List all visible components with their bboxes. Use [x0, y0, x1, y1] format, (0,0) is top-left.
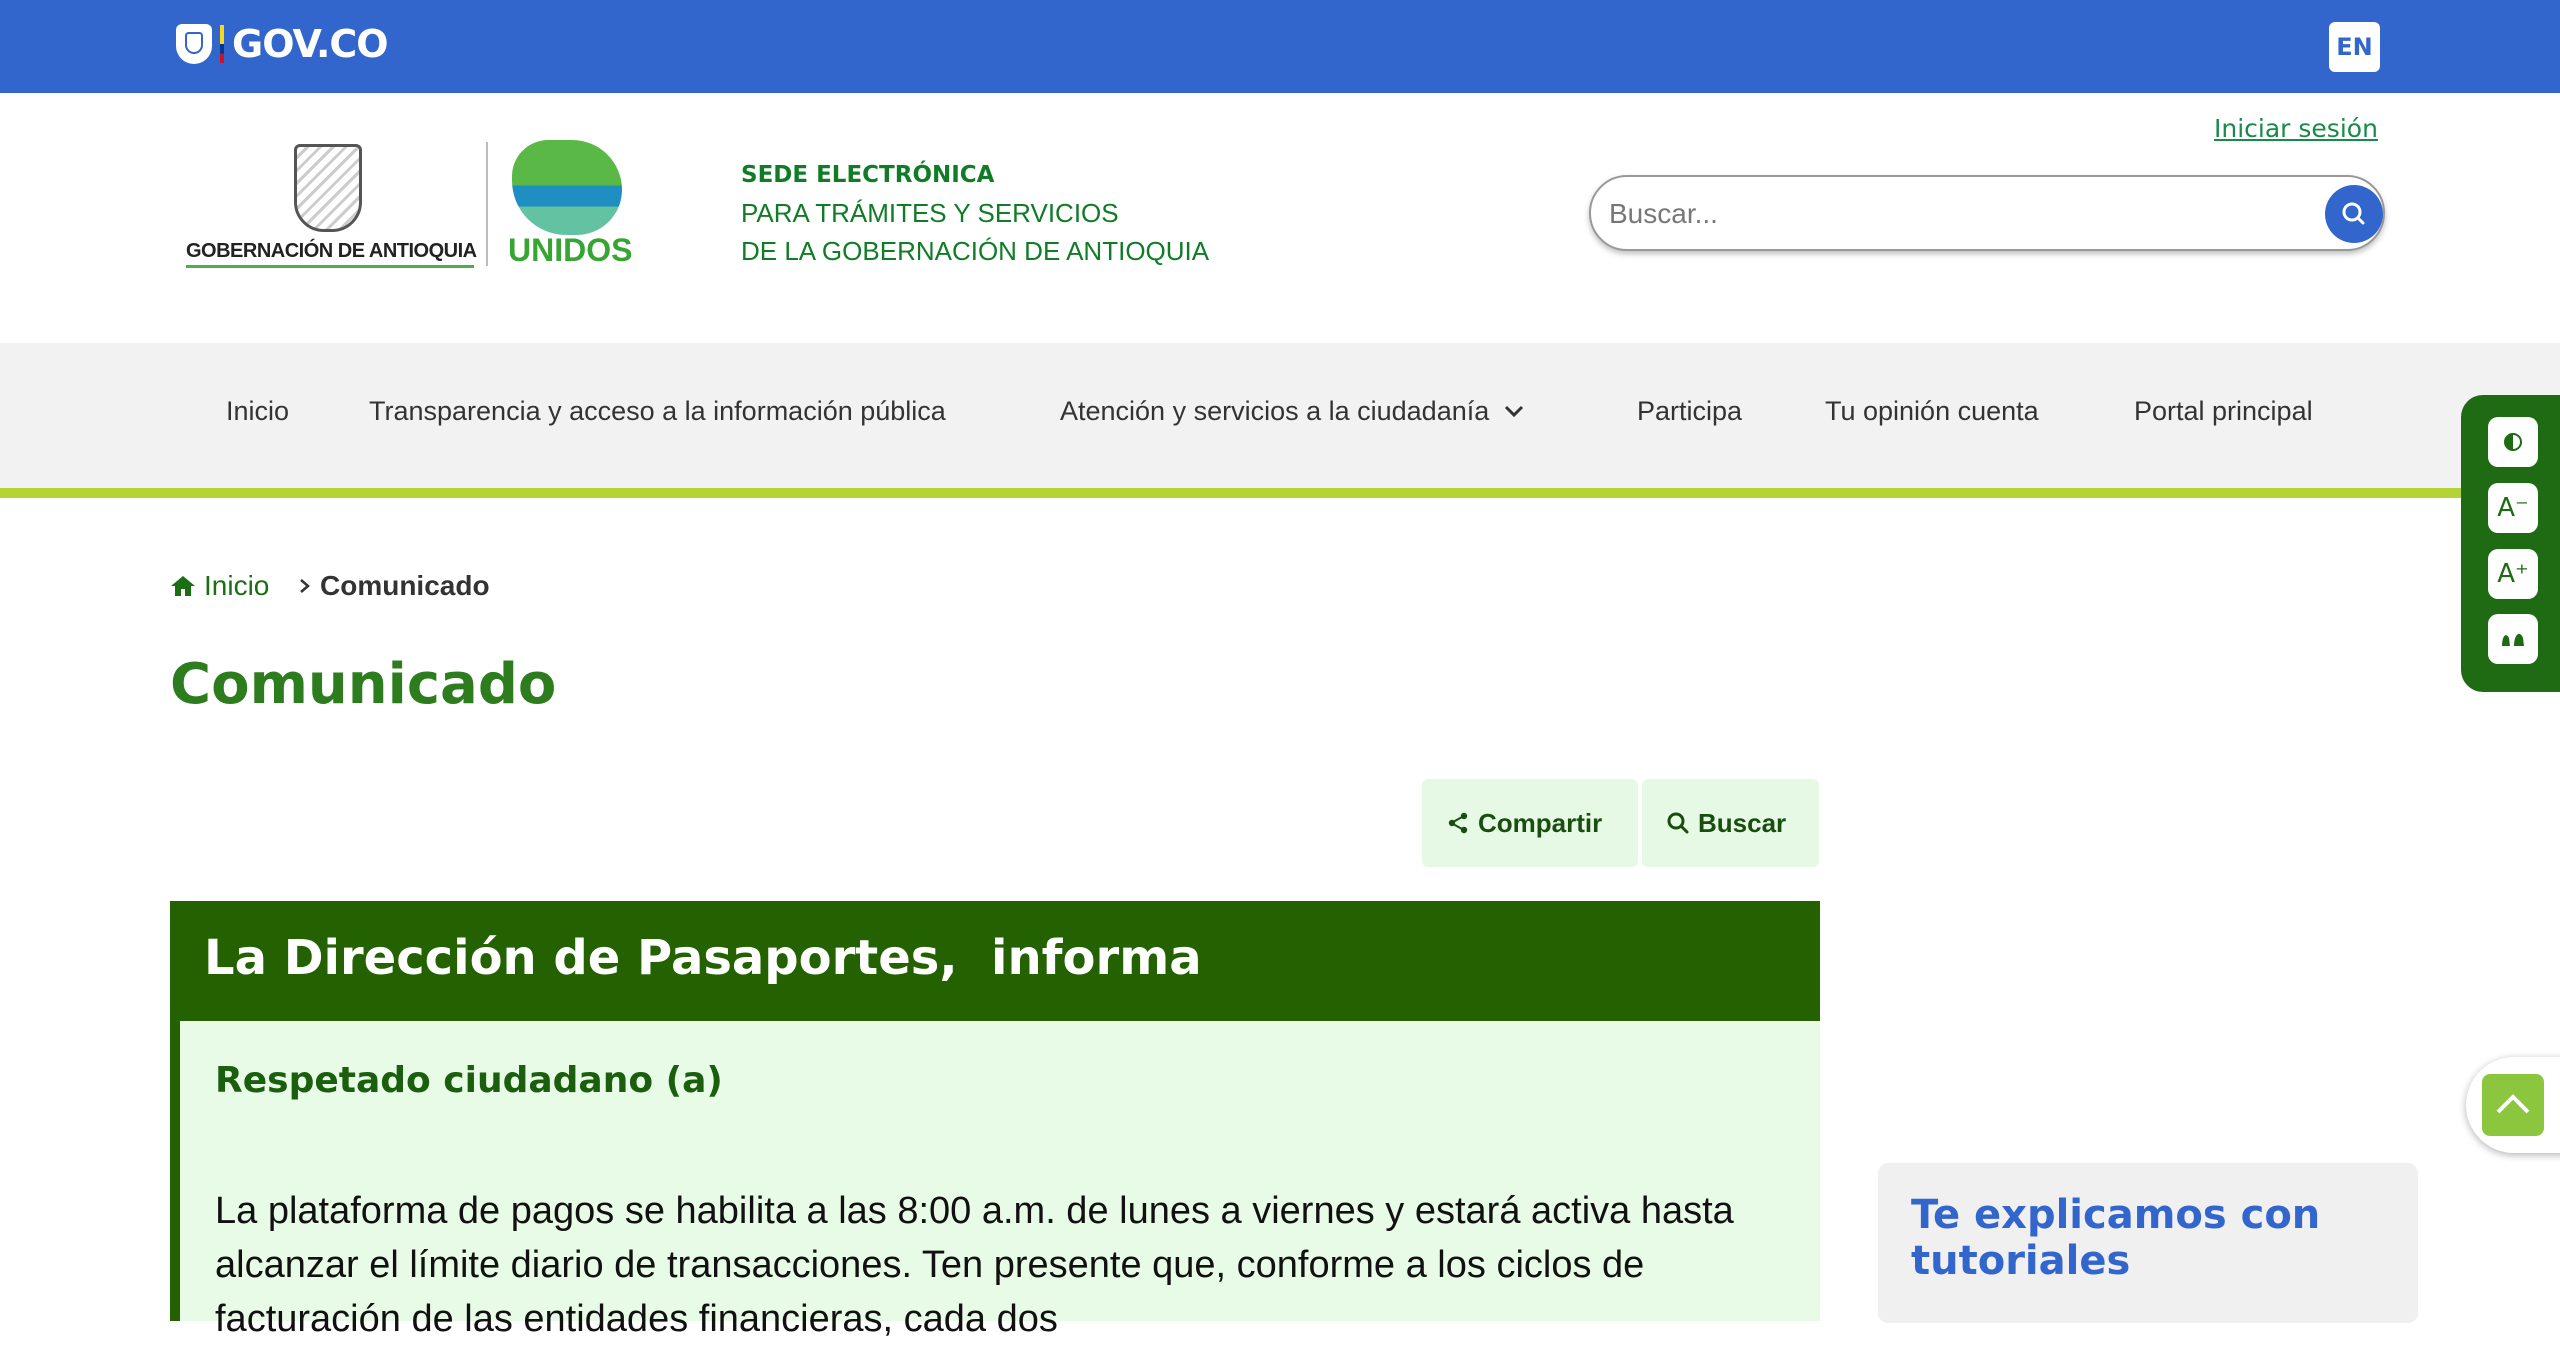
announcement-title: La Dirección de Pasaportes, informa — [204, 930, 1202, 986]
share-label: Compartir — [1478, 807, 1603, 838]
breadcrumb-home-label: Inicio — [204, 570, 270, 601]
announcement-body: La plataforma de pagos se habilita a las… — [215, 1190, 1734, 1340]
nav-item-participa[interactable]: Participa — [1637, 396, 1742, 427]
chevron-up-icon — [2496, 1094, 2530, 1114]
antioquia-coat-of-arms-icon — [294, 144, 362, 232]
decrease-font-icon: A⁻ — [2497, 493, 2529, 523]
announcement-greeting: Respetado ciudadano (a) — [215, 1060, 723, 1101]
unidos-logo: UNIDOS — [506, 140, 632, 268]
sede-title: SEDE ELECTRÓNICA — [741, 162, 995, 188]
colombia-flag-stripe — [220, 25, 224, 63]
nav-item-inicio[interactable]: Inicio — [226, 396, 289, 427]
sign-language-button[interactable] — [2488, 614, 2538, 664]
page-title: Comunicado — [170, 652, 557, 717]
search-bar — [1589, 175, 2385, 251]
breadcrumb-current: Comunicado — [320, 570, 490, 601]
nav-item-transparencia[interactable]: Transparencia y acceso a la información … — [369, 396, 946, 427]
share-button[interactable]: Compartir — [1422, 779, 1638, 867]
search-icon — [2342, 202, 2365, 225]
contrast-icon — [2504, 433, 2522, 451]
search-button[interactable] — [2325, 185, 2383, 243]
nav-item-tu-opinion[interactable]: Tu opinión cuenta — [1825, 396, 2039, 427]
search-icon — [1667, 812, 1689, 834]
gov-co-text: GOV.CO — [232, 22, 389, 66]
login-link[interactable]: Iniciar sesión — [2214, 114, 2378, 143]
nav-item-atencion[interactable]: Atención y servicios a la ciudadanía — [1060, 396, 1525, 427]
nav-item-atencion-label: Atención y servicios a la ciudadanía — [1060, 396, 1490, 426]
tutorials-title[interactable]: Te explicamos con tutoriales — [1911, 1192, 2391, 1284]
breadcrumb-chevron-icon — [300, 579, 310, 593]
language-button[interactable]: EN — [2329, 22, 2380, 72]
contrast-button[interactable] — [2488, 417, 2538, 467]
sede-subtitle-line1: PARA TRÁMITES Y SERVICIOS — [741, 198, 1119, 228]
gobernacion-antioquia-logo[interactable]: GOBERNACIÓN DE ANTIOQUIA — [184, 140, 477, 268]
share-icon — [1448, 812, 1468, 834]
search-page-button[interactable]: Buscar — [1642, 779, 1819, 867]
increase-font-icon: A⁺ — [2497, 559, 2529, 589]
unidos-logo-text: UNIDOS — [508, 232, 633, 268]
search-page-label: Buscar — [1698, 807, 1787, 838]
gobernacion-logo-text: GOBERNACIÓN DE ANTIOQUIA — [186, 240, 477, 268]
gov-co-logo[interactable]: GOV.CO — [176, 22, 389, 66]
nav-accent-line — [0, 488, 2560, 498]
decrease-font-button[interactable]: A⁻ — [2488, 483, 2538, 533]
sign-language-icon — [2502, 633, 2524, 646]
chevron-down-icon — [1505, 405, 1524, 417]
colombia-shield-icon — [176, 24, 212, 64]
increase-font-button[interactable]: A⁺ — [2488, 549, 2538, 599]
search-input[interactable] — [1607, 191, 2291, 237]
sede-subtitle-line2: DE LA GOBERNACIÓN DE ANTIOQUIA — [741, 236, 1210, 266]
back-to-top-button[interactable] — [2482, 1074, 2544, 1136]
home-icon — [171, 576, 195, 596]
logo-divider — [486, 142, 488, 266]
nav-item-portal-principal[interactable]: Portal principal — [2134, 396, 2313, 427]
breadcrumb-home[interactable]: Inicio — [170, 570, 269, 602]
heart-logo-icon — [512, 140, 622, 235]
